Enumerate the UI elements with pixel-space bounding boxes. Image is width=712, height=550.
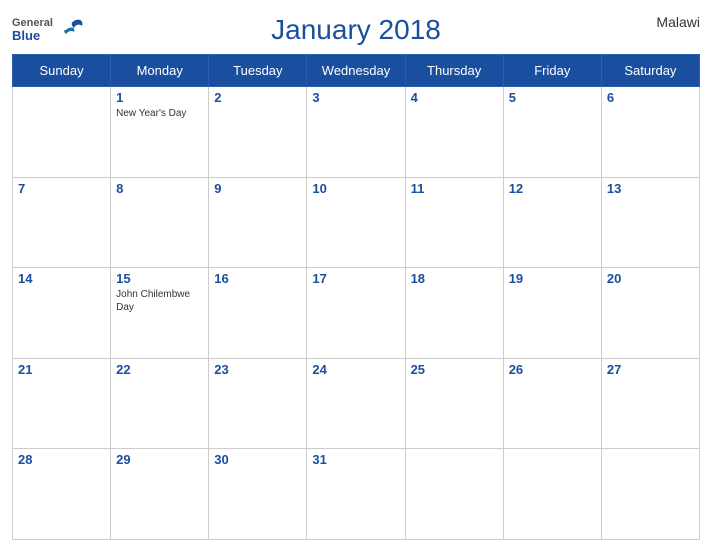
calendar-cell: 7 — [13, 177, 111, 268]
day-number: 17 — [312, 271, 399, 286]
calendar-cell: 27 — [601, 358, 699, 449]
calendar-cell: 12 — [503, 177, 601, 268]
day-number: 15 — [116, 271, 203, 286]
header-thursday: Thursday — [405, 55, 503, 87]
logo-blue: Blue — [12, 29, 53, 43]
country-label: Malawi — [656, 14, 700, 30]
calendar-cell: 8 — [111, 177, 209, 268]
page-title: January 2018 — [271, 14, 441, 46]
header-monday: Monday — [111, 55, 209, 87]
header-wednesday: Wednesday — [307, 55, 405, 87]
calendar-cell: 23 — [209, 358, 307, 449]
logo-bird-icon — [56, 16, 84, 44]
calendar-cell: 16 — [209, 268, 307, 359]
calendar-cell: 10 — [307, 177, 405, 268]
calendar-cell: 5 — [503, 87, 601, 178]
day-number: 18 — [411, 271, 498, 286]
calendar-cell: 24 — [307, 358, 405, 449]
day-number: 12 — [509, 181, 596, 196]
calendar-cell — [13, 87, 111, 178]
page-header: General Blue January 2018 Malawi — [12, 10, 700, 54]
day-number: 22 — [116, 362, 203, 377]
calendar-cell: 31 — [307, 449, 405, 540]
header-sunday: Sunday — [13, 55, 111, 87]
day-number: 26 — [509, 362, 596, 377]
calendar-table: Sunday Monday Tuesday Wednesday Thursday… — [12, 54, 700, 540]
calendar-cell: 22 — [111, 358, 209, 449]
day-number: 11 — [411, 181, 498, 196]
calendar-cell: 15 John Chilembwe Day — [111, 268, 209, 359]
calendar-cell: 18 — [405, 268, 503, 359]
day-number: 20 — [607, 271, 694, 286]
day-number: 29 — [116, 452, 203, 467]
calendar-week-row: 21 22 23 24 25 26 27 — [13, 358, 700, 449]
calendar-cell — [503, 449, 601, 540]
event-label: John Chilembwe Day — [116, 288, 203, 314]
calendar-week-row: 14 15 John Chilembwe Day 16 17 18 19 20 — [13, 268, 700, 359]
day-number: 10 — [312, 181, 399, 196]
calendar-cell: 9 — [209, 177, 307, 268]
day-number: 3 — [312, 90, 399, 105]
calendar-cell: 6 — [601, 87, 699, 178]
event-label: New Year's Day — [116, 107, 203, 120]
day-number: 8 — [116, 181, 203, 196]
calendar-week-row: 1 New Year's Day 23456 — [13, 87, 700, 178]
header-friday: Friday — [503, 55, 601, 87]
calendar-cell — [601, 449, 699, 540]
calendar-cell: 13 — [601, 177, 699, 268]
calendar-cell: 17 — [307, 268, 405, 359]
calendar-cell: 3 — [307, 87, 405, 178]
day-number: 24 — [312, 362, 399, 377]
calendar-cell: 19 — [503, 268, 601, 359]
day-number: 1 — [116, 90, 203, 105]
calendar-page: General Blue January 2018 Malawi Sunday … — [0, 0, 712, 550]
weekday-header-row: Sunday Monday Tuesday Wednesday Thursday… — [13, 55, 700, 87]
calendar-cell: 11 — [405, 177, 503, 268]
calendar-cell: 29 — [111, 449, 209, 540]
day-number: 4 — [411, 90, 498, 105]
day-number: 7 — [18, 181, 105, 196]
header-saturday: Saturday — [601, 55, 699, 87]
calendar-cell: 20 — [601, 268, 699, 359]
calendar-cell: 1 New Year's Day — [111, 87, 209, 178]
day-number: 27 — [607, 362, 694, 377]
day-number: 21 — [18, 362, 105, 377]
day-number: 25 — [411, 362, 498, 377]
day-number: 2 — [214, 90, 301, 105]
day-number: 5 — [509, 90, 596, 105]
calendar-week-row: 789 10 11 12 13 — [13, 177, 700, 268]
calendar-cell — [405, 449, 503, 540]
header-tuesday: Tuesday — [209, 55, 307, 87]
day-number: 19 — [509, 271, 596, 286]
day-number: 9 — [214, 181, 301, 196]
calendar-cell: 25 — [405, 358, 503, 449]
day-number: 23 — [214, 362, 301, 377]
calendar-cell: 21 — [13, 358, 111, 449]
day-number: 14 — [18, 271, 105, 286]
day-number: 31 — [312, 452, 399, 467]
calendar-cell: 4 — [405, 87, 503, 178]
calendar-cell: 26 — [503, 358, 601, 449]
logo: General Blue — [12, 16, 84, 44]
calendar-cell: 30 — [209, 449, 307, 540]
day-number: 6 — [607, 90, 694, 105]
day-number: 13 — [607, 181, 694, 196]
day-number: 16 — [214, 271, 301, 286]
calendar-week-row: 28 29 30 31 — [13, 449, 700, 540]
calendar-cell: 28 — [13, 449, 111, 540]
day-number: 30 — [214, 452, 301, 467]
calendar-cell: 14 — [13, 268, 111, 359]
day-number: 28 — [18, 452, 105, 467]
calendar-cell: 2 — [209, 87, 307, 178]
